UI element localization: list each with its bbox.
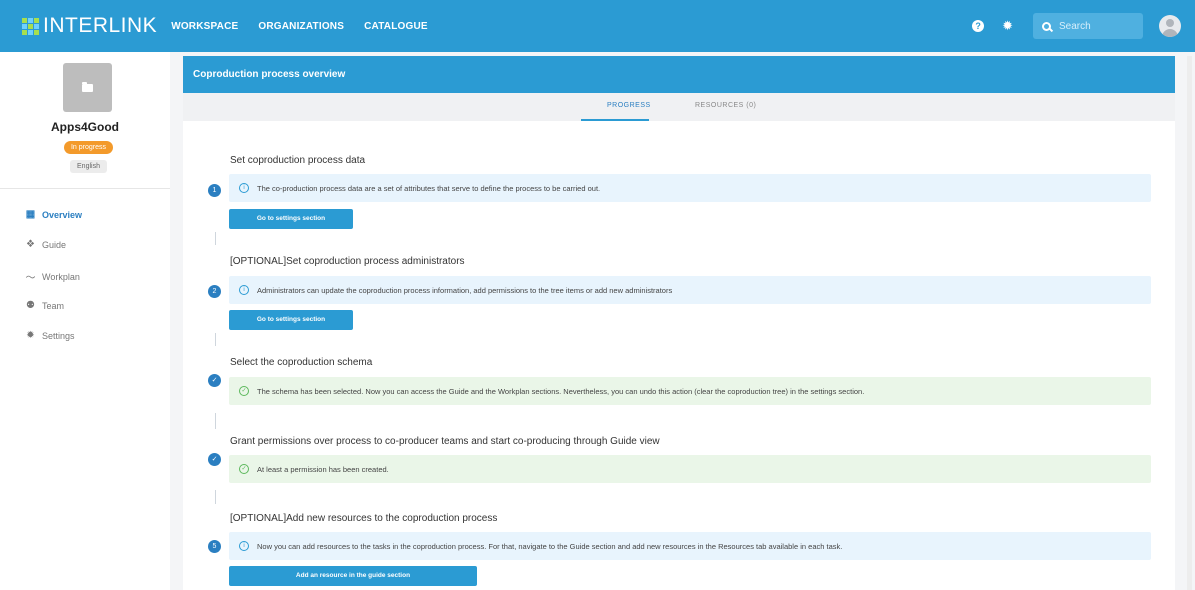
tab-progress[interactable]: PROGRESS	[607, 102, 651, 109]
sidebar-item-label: Settings	[42, 330, 75, 341]
language-badge: English	[70, 160, 107, 173]
sidebar-item-workplan[interactable]: 〜 Workplan	[25, 269, 80, 285]
main-nav: WORKSPACE ORGANIZATIONS CATALOGUE	[171, 21, 448, 32]
guide-icon: ❖	[26, 239, 35, 250]
info-alert: i Now you can add resources to the tasks…	[229, 532, 1151, 560]
check-icon: ✓	[208, 374, 221, 387]
top-right-actions: ? ✹	[972, 0, 1181, 52]
sidebar-item-label: Workplan	[42, 271, 80, 282]
sidebar-divider	[0, 188, 170, 189]
search-icon	[1042, 21, 1051, 31]
step-connector	[215, 232, 216, 245]
scrollbar[interactable]	[1187, 56, 1192, 590]
logo-text: INTERLINK	[43, 14, 158, 37]
info-icon: i	[239, 285, 249, 295]
help-icon[interactable]: ?	[972, 20, 985, 32]
step-connector	[215, 333, 216, 346]
go-to-settings-button[interactable]: Go to settings section	[229, 209, 353, 229]
alert-text: At least a permission has been created.	[257, 464, 389, 474]
tab-resources[interactable]: RESOURCES (0)	[695, 102, 756, 109]
overview-card: Coproduction process overview PROGRESS R…	[183, 56, 1175, 590]
info-alert: i The co-production process data are a s…	[229, 174, 1151, 202]
sidebar-item-label: Overview	[42, 209, 83, 220]
step-number: 5	[208, 540, 221, 553]
avatar[interactable]	[1159, 15, 1181, 37]
nav-workspace[interactable]: WORKSPACE	[171, 21, 238, 32]
project-image	[63, 63, 112, 112]
step-number: 2	[208, 285, 221, 298]
success-alert: ✓ The schema has been selected. Now you …	[229, 377, 1151, 405]
add-resource-button[interactable]: Add an resource in the guide section	[229, 566, 477, 586]
card-header: Coproduction process overview	[183, 56, 1175, 93]
sidebar: Apps4Good In progress English ▦ Overview…	[0, 52, 170, 590]
nav-catalogue[interactable]: CATALOGUE	[364, 21, 428, 32]
check-circle-icon: ✓	[239, 464, 249, 474]
step-title: Grant permissions over process to co-pro…	[230, 436, 660, 447]
step-title: Select the coproduction schema	[230, 357, 373, 368]
go-to-settings-button[interactable]: Go to settings section	[229, 310, 353, 330]
interlink-logo[interactable]: INTERLINK	[22, 14, 157, 38]
top-bar: INTERLINK WORKSPACE ORGANIZATIONS CATALO…	[0, 0, 1195, 52]
step-connector	[215, 490, 216, 504]
alert-text: Administrators can update the coproducti…	[257, 285, 673, 295]
gear-icon[interactable]: ✹	[1002, 18, 1013, 34]
tabs-bar: PROGRESS RESOURCES (0)	[183, 93, 1175, 121]
info-icon: i	[239, 183, 249, 193]
sidebar-item-overview[interactable]: ▦ Overview	[25, 209, 82, 220]
status-badge: In progress	[64, 141, 113, 154]
step-title: Set coproduction process data	[230, 155, 366, 166]
team-icon: ⚉	[26, 300, 35, 311]
step-connector	[215, 413, 216, 429]
step-title: [OPTIONAL]Add new resources to the copro…	[230, 513, 498, 524]
sidebar-item-guide[interactable]: ❖ Guide	[25, 239, 66, 250]
project-name: Apps4Good	[51, 120, 119, 134]
sidebar-item-settings[interactable]: ✹ Settings	[25, 330, 75, 341]
logo-grid-icon	[22, 17, 39, 35]
alert-text: The co-production process data are a set…	[257, 183, 601, 193]
sidebar-item-team[interactable]: ⚉ Team	[25, 300, 64, 311]
alert-text: The schema has been selected. Now you ca…	[257, 386, 865, 396]
sidebar-item-label: Guide	[42, 239, 67, 250]
settings-icon: ✹	[26, 330, 35, 341]
search-input[interactable]	[1059, 20, 1129, 32]
folder-icon	[82, 81, 93, 92]
success-alert: ✓ At least a permission has been created…	[229, 455, 1151, 483]
info-alert: i Administrators can update the coproduc…	[229, 276, 1151, 304]
sidebar-item-label: Team	[42, 300, 65, 311]
grid-icon: ▦	[25, 209, 36, 220]
search-box[interactable]	[1033, 13, 1143, 39]
check-icon: ✓	[208, 453, 221, 466]
info-icon: i	[239, 541, 249, 551]
nav-organizations[interactable]: ORGANIZATIONS	[258, 21, 344, 32]
step-title: [OPTIONAL]Set coproduction process admin…	[230, 256, 465, 267]
workplan-icon: 〜	[25, 273, 36, 284]
alert-text: Now you can add resources to the tasks i…	[257, 541, 843, 551]
step-number: 1	[208, 184, 221, 197]
active-tab-indicator	[581, 119, 649, 121]
check-circle-icon: ✓	[239, 386, 249, 396]
